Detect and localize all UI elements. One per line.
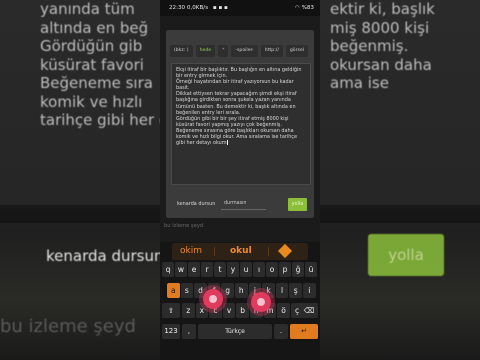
status-speed: 0,0KB/s — [186, 5, 209, 11]
suggestion-2[interactable]: okul — [230, 243, 252, 260]
entry-text: Ekşi itiraf bir başlıktır. Bu başlığın e… — [176, 67, 302, 147]
key-ö[interactable]: ö — [277, 303, 290, 318]
key-g[interactable]: g — [221, 283, 234, 298]
text-caret — [226, 140, 228, 146]
under-text: bu izleme şeyd — [164, 223, 204, 229]
format-image-button[interactable]: görsel — [285, 45, 308, 57]
entry-footer: kenarda dursun durmasın yolla — [171, 198, 309, 211]
draft-field[interactable]: durmasın — [221, 199, 266, 210]
format-star-button[interactable]: * — [218, 45, 229, 57]
key-y[interactable]: y — [227, 262, 239, 277]
background-text-right: ektir ki, başlık miş 8000 kişi beğenmiş.… — [330, 0, 480, 93]
key-ş[interactable]: ş — [289, 283, 302, 298]
shift-key[interactable]: ⇧ — [162, 303, 180, 318]
format-spoiler-button[interactable]: -spoiler- — [231, 45, 258, 57]
background-input-text: kenarda dursun — [46, 247, 164, 265]
suggestion-divider — [214, 247, 215, 256]
key-w[interactable]: w — [175, 262, 187, 277]
key-u[interactable]: u — [240, 262, 252, 277]
send-button[interactable]: yolla — [288, 198, 307, 211]
format-link-button[interactable]: http:// — [260, 45, 283, 57]
keyboard: okim okul qwertyuıopğüasdfghjklşizxcvbnm… — [160, 242, 320, 360]
backspace-key[interactable]: ⌫ — [300, 303, 318, 318]
background-line: okursan daha — [330, 55, 432, 74]
format-hede-button[interactable]: hede — [195, 45, 216, 57]
key-e[interactable]: e — [188, 262, 200, 277]
format-bkz-button[interactable]: (bkz: ) — [170, 45, 193, 57]
period-key[interactable]: . — [274, 324, 288, 339]
key-z[interactable]: z — [182, 303, 195, 318]
status-right: ◠ %83 — [295, 0, 314, 16]
space-key[interactable]: Türkçe — [198, 324, 272, 339]
key-o[interactable]: o — [266, 262, 278, 277]
key-s[interactable]: s — [180, 283, 194, 298]
background-button: yolla — [368, 234, 444, 276]
background-under-text: bu izleme şeyd — [0, 316, 136, 337]
entry-editor: (bkz: ) hede * -spoiler- http:// görsel … — [166, 30, 314, 218]
key-l[interactable]: l — [275, 283, 289, 298]
key-i[interactable]: i — [303, 283, 316, 298]
background-line: ama ise — [330, 74, 389, 92]
key-r[interactable]: r — [201, 262, 213, 277]
draft-label: kenarda dursun — [177, 201, 216, 207]
phone-screen: 22:30 0,0KB/s ▪ ▪ ▪ ◠ %83 (bkz: ) hede *… — [160, 0, 320, 360]
suggestion-divider — [268, 247, 269, 256]
key-ğ[interactable]: ğ — [292, 262, 304, 277]
wifi-icon: ◠ — [294, 5, 300, 11]
status-bar: 22:30 0,0KB/s ▪ ▪ ▪ ◠ %83 — [160, 0, 320, 16]
battery-level: %83 — [301, 5, 314, 11]
background-line: miş 8000 kişi — [330, 18, 430, 37]
key-t[interactable]: t — [214, 262, 226, 277]
entry-textarea[interactable]: Ekşi itiraf bir başlıktır. Bu başlığın e… — [171, 63, 311, 185]
touch-indicator — [251, 292, 271, 312]
enter-key[interactable]: ↵ — [290, 324, 318, 339]
formatting-toolbar: (bkz: ) hede * -spoiler- http:// görsel — [170, 45, 308, 57]
suggestion-1[interactable]: okim — [180, 243, 202, 260]
key-v[interactable]: v — [222, 303, 236, 318]
comma-key[interactable]: , — [182, 324, 196, 339]
key-b[interactable]: b — [236, 303, 249, 318]
key-a[interactable]: a — [167, 283, 180, 298]
key-h[interactable]: h — [235, 283, 248, 298]
status-left: 22:30 0,0KB/s ▪ ▪ ▪ — [169, 0, 228, 16]
key-p[interactable]: p — [279, 262, 291, 277]
background-line: beğenmiş. — [330, 37, 409, 55]
background-line: ektir ki, başlık — [330, 0, 435, 18]
key-q[interactable]: q — [162, 262, 174, 277]
status-time: 22:30 — [169, 5, 186, 11]
key-ı[interactable]: ı — [253, 262, 265, 277]
emoji-icon[interactable] — [277, 243, 293, 259]
status-icons: ▪ ▪ ▪ — [212, 5, 228, 11]
touch-indicator — [203, 289, 223, 309]
suggestion-bar: okim okul — [172, 243, 308, 260]
numbers-key[interactable]: 123 — [162, 324, 180, 339]
key-ü[interactable]: ü — [305, 262, 317, 277]
